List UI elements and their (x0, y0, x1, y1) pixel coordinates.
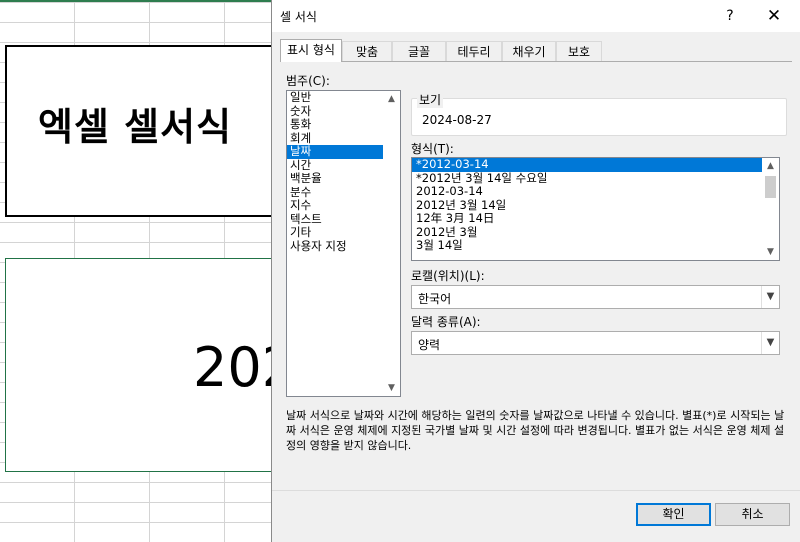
footer-divider (272, 490, 800, 491)
type-item[interactable]: 2012년 3월 (412, 225, 779, 240)
scroll-thumb[interactable] (765, 176, 776, 198)
tab-border[interactable]: 테두리 (446, 41, 502, 61)
ok-button[interactable]: 확인 (636, 503, 711, 526)
tab-fill[interactable]: 채우기 (502, 41, 556, 61)
type-item[interactable]: *2012년 3월 14일 수요일 (412, 171, 779, 186)
chevron-down-icon[interactable]: ▼ (761, 332, 779, 354)
type-item[interactable]: *2012-03-14 (412, 158, 779, 172)
sample-label: 보기 (417, 91, 444, 108)
locale-label: 로캘(위치)(L): (411, 269, 485, 283)
calendar-select[interactable]: 양력 ▼ (411, 331, 780, 355)
title-shape-text: 엑셀 셀서식 (38, 105, 233, 149)
type-item[interactable]: 12年 3月 14日 (412, 211, 779, 226)
close-icon[interactable]: ✕ (754, 2, 794, 30)
format-description: 날짜 서식으로 날짜와 시간에 해당하는 일련의 숫자를 날짜값으로 나타낼 수… (286, 409, 785, 452)
sample-value: 2024-08-27 (422, 113, 492, 127)
scroll-up-icon[interactable]: ▲ (383, 91, 400, 107)
scroll-down-icon[interactable]: ▼ (383, 380, 400, 396)
calendar-value: 양력 (418, 338, 441, 352)
tab-alignment[interactable]: 맞춤 (342, 41, 392, 61)
type-list[interactable]: *2012-03-14 *2012년 3월 14일 수요일 2012-03-14… (411, 157, 780, 261)
tab-divider (280, 61, 792, 62)
category-label: 범주(C): (286, 74, 330, 88)
locale-value: 한국어 (418, 292, 452, 306)
category-list[interactable]: 일반 숫자 통화 회계 날짜 시간 백분율 분수 지수 텍스트 기타 사용자 지… (286, 90, 401, 397)
locale-select[interactable]: 한국어 ▼ (411, 285, 780, 309)
tab-number[interactable]: 표시 형식 (280, 39, 342, 62)
tab-font[interactable]: 글꼴 (392, 41, 446, 61)
tab-protection[interactable]: 보호 (556, 41, 602, 61)
category-scrollbar[interactable]: ▲ ▼ (383, 91, 400, 396)
scroll-down-icon[interactable]: ▼ (762, 244, 779, 260)
type-item[interactable]: 2012-03-14 (412, 184, 779, 199)
type-item[interactable]: 2012년 3월 14일 (412, 198, 779, 213)
type-item[interactable]: 3월 14일 (412, 238, 779, 253)
type-scrollbar[interactable]: ▲ ▼ (762, 158, 779, 260)
help-button[interactable]: ? (712, 2, 748, 30)
calendar-label: 달력 종류(A): (411, 315, 481, 329)
dialog-title: 셀 서식 (280, 10, 317, 24)
chevron-down-icon[interactable]: ▼ (761, 286, 779, 308)
type-label: 형식(T): (411, 142, 454, 156)
cancel-button[interactable]: 취소 (715, 503, 790, 526)
dialog-titlebar[interactable]: 셀 서식 ? ✕ (272, 0, 800, 32)
format-cells-dialog: 셀 서식 ? ✕ 표시 형식 맞춤 글꼴 테두리 채우기 보호 범주(C): 일… (271, 0, 800, 542)
scroll-up-icon[interactable]: ▲ (762, 158, 779, 174)
